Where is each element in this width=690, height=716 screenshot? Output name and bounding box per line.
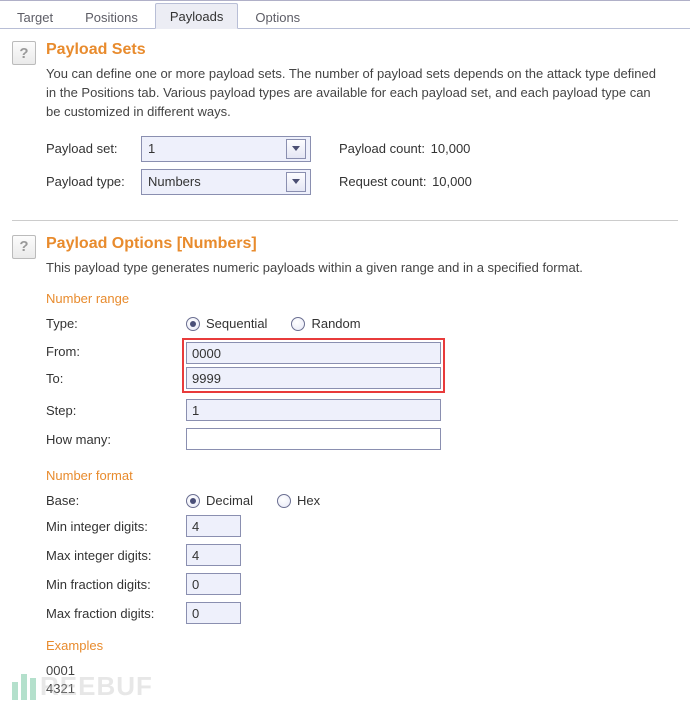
base-label: Base: [46,493,186,508]
app-window: Target Positions Payloads Options ? Payl… [0,0,690,716]
tab-bar: Target Positions Payloads Options [0,1,690,29]
payload-set-value: 1 [148,141,155,156]
payload-count-label: Payload count: [339,141,425,156]
help-icon[interactable]: ? [12,41,36,65]
radio-random-label: Random [311,316,360,331]
from-to-highlight [182,338,445,393]
radio-hex-label: Hex [297,493,320,508]
payload-type-dropdown[interactable]: Numbers [141,169,311,195]
example-item: 4321 [46,681,678,696]
radio-icon [186,494,200,508]
examples-heading: Examples [46,638,678,653]
radio-sequential[interactable]: Sequential [186,316,267,331]
payload-set-dropdown[interactable]: 1 [141,136,311,162]
radio-decimal[interactable]: Decimal [186,493,253,508]
type-label: Type: [46,316,186,331]
how-many-input[interactable] [186,428,441,450]
examples-list: 0001 4321 [46,663,678,696]
from-input[interactable] [186,342,441,364]
content-area: ? Payload Sets You can define one or mor… [0,29,690,716]
radio-icon [186,317,200,331]
max-frac-label: Max fraction digits: [46,606,186,621]
min-frac-label: Min fraction digits: [46,577,186,592]
max-int-input[interactable] [186,544,241,566]
request-count-value: 10,000 [432,174,472,189]
chevron-down-icon [286,172,306,192]
radio-hex[interactable]: Hex [277,493,320,508]
payload-type-label: Payload type: [46,174,141,189]
payload-options-description: This payload type generates numeric payl… [46,259,666,278]
step-label: Step: [46,403,186,418]
radio-decimal-label: Decimal [206,493,253,508]
tab-positions[interactable]: Positions [70,4,153,29]
number-format-heading: Number format [46,468,678,483]
radio-icon [277,494,291,508]
number-range-heading: Number range [46,291,678,306]
radio-random[interactable]: Random [291,316,360,331]
payload-type-value: Numbers [148,174,201,189]
how-many-label: How many: [46,432,186,447]
radio-icon [291,317,305,331]
max-int-label: Max integer digits: [46,548,186,563]
chevron-down-icon [286,139,306,159]
min-int-input[interactable] [186,515,241,537]
radio-sequential-label: Sequential [206,316,267,331]
payload-options-title: Payload Options [Numbers] [46,235,678,253]
step-input[interactable] [186,399,441,421]
to-input[interactable] [186,367,441,389]
max-frac-input[interactable] [186,602,241,624]
section-payload-options: ? Payload Options [Numbers] This payload… [12,233,678,716]
payload-sets-description: You can define one or more payload sets.… [46,65,666,122]
request-count-label: Request count: [339,174,426,189]
help-icon[interactable]: ? [12,235,36,259]
tab-target[interactable]: Target [2,4,68,29]
section-payload-sets: ? Payload Sets You can define one or mor… [12,39,678,221]
from-label: From: [46,338,186,365]
min-frac-input[interactable] [186,573,241,595]
payload-count-value: 10,000 [431,141,471,156]
to-label: To: [46,365,186,392]
payload-sets-title: Payload Sets [46,41,678,59]
tab-options[interactable]: Options [240,4,315,29]
payload-set-label: Payload set: [46,141,141,156]
min-int-label: Min integer digits: [46,519,186,534]
tab-payloads[interactable]: Payloads [155,3,238,29]
example-item: 0001 [46,663,678,678]
